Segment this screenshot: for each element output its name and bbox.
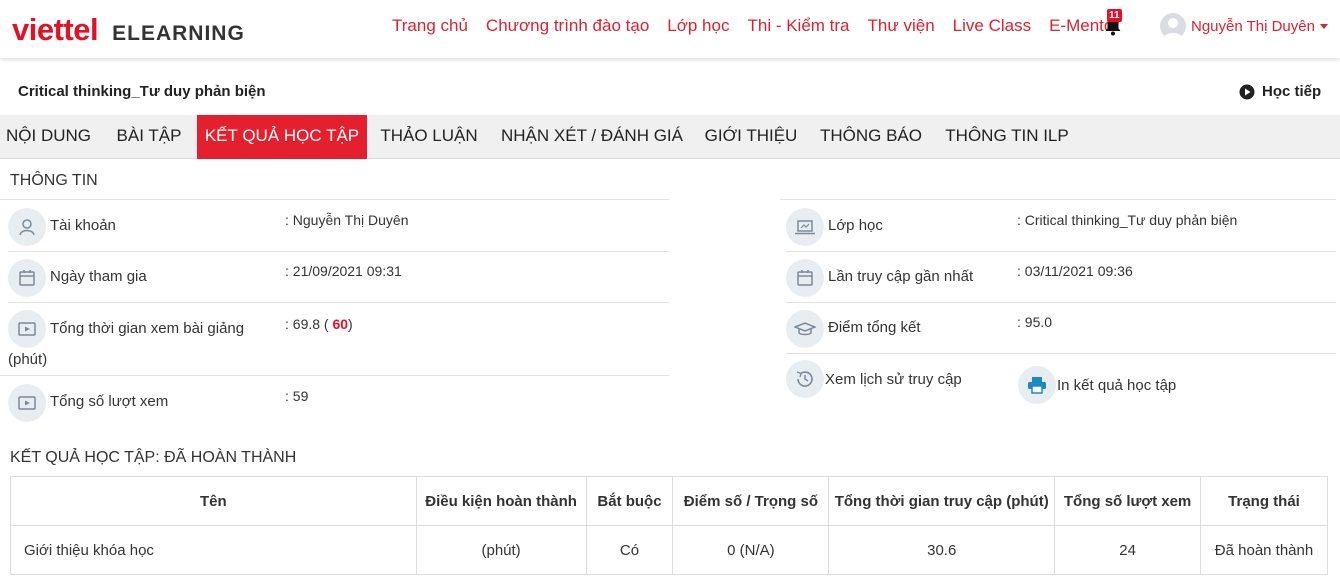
account-row: Tài khoản : Nguyễn Thị Duyên	[8, 200, 669, 252]
graduation-cap-icon	[786, 310, 824, 348]
last-access-label: Lần truy cập gần nhất	[828, 268, 974, 285]
notification-badge: 11	[1107, 9, 1122, 22]
user-icon	[8, 208, 46, 246]
print-results-link[interactable]: In kết quả học tập	[1018, 366, 1176, 404]
table-row: Giới thiệu khóa học (phút) Có 0 (N/A) 30…	[10, 525, 1328, 575]
cell-condition: (phút)	[415, 525, 587, 575]
play-circle-icon	[1239, 84, 1255, 99]
access-history-link[interactable]: Xem lịch sử truy cập	[786, 360, 962, 398]
viettel-logo[interactable]: viettel ELEARNING	[12, 12, 245, 48]
tab-assignments[interactable]: BÀI TẬP	[102, 115, 196, 159]
class-value: : Critical thinking_Tư duy phản biện	[1017, 212, 1238, 228]
class-label: Lớp học	[828, 217, 883, 234]
tab-discussion[interactable]: THẢO LUẬN	[372, 115, 486, 159]
join-date-value: : 21/09/2021 09:31	[285, 263, 402, 279]
watch-time-unit: (phút)	[8, 351, 48, 368]
final-score-value: : 95.0	[1017, 314, 1053, 330]
cell-views: 24	[1054, 525, 1202, 575]
nav-training-program[interactable]: Chương trình đào tạo	[486, 16, 649, 36]
continue-label: Học tiếp	[1262, 83, 1322, 100]
watch-time-prefix: : 69.8 (	[285, 316, 333, 332]
views-row: Tổng số lượt xem : 59	[8, 376, 669, 428]
logo-text: viettel	[12, 12, 99, 47]
watch-time-required: 60	[332, 316, 349, 332]
results-section-title: KẾT QUẢ HỌC TẬP: ĐÃ HOÀN THÀNH	[10, 449, 297, 466]
chevron-down-icon	[1319, 23, 1328, 29]
cell-required: Có	[585, 525, 674, 575]
tab-results[interactable]: KẾT QUẢ HỌC TẬP	[197, 115, 367, 159]
cell-status: Đã hoàn thành	[1200, 525, 1328, 575]
column-header-score: Điểm số / Trọng số	[672, 476, 830, 526]
tab-announcements[interactable]: THÔNG BÁO	[812, 115, 930, 159]
last-access-row: Lần truy cập gần nhất : 03/11/2021 09:36	[786, 251, 1336, 303]
cell-name: Giới thiệu khóa học	[10, 525, 417, 575]
class-row: Lớp học : Critical thinking_Tư duy phản …	[786, 200, 1336, 252]
table-header-row: Tên Điều kiện hoàn thành Bắt buộc Điểm s…	[10, 476, 1328, 526]
last-access-value: : 03/11/2021 09:36	[1017, 263, 1133, 279]
video-icon	[8, 384, 46, 422]
user-name: Nguyễn Thị Duyên	[1191, 17, 1315, 35]
access-history-label: Xem lịch sử truy cập	[825, 370, 962, 388]
course-title: Critical thinking_Tư duy phản biện	[18, 83, 266, 100]
column-header-access-time: Tổng thời gian truy cập (phút)	[828, 476, 1056, 526]
tab-content[interactable]: NỘI DUNG	[0, 115, 97, 159]
views-value: : 59	[285, 388, 309, 404]
nav-exams[interactable]: Thi - Kiểm tra	[747, 16, 849, 36]
column-header-name: Tên	[10, 476, 417, 526]
video-icon	[8, 310, 46, 348]
column-header-condition: Điều kiện hoàn thành	[415, 476, 587, 526]
main-nav: Trang chủ Chương trình đào tạo Lớp học T…	[392, 16, 1137, 36]
continue-button[interactable]: Học tiếp	[1239, 83, 1321, 100]
watch-time-row: Tổng thời gian xem bài giảng (phút) : 69…	[0, 302, 669, 376]
final-score-label: Điểm tổng kết	[828, 319, 921, 336]
tab-introduction[interactable]: GIỚI THIỆU	[698, 115, 804, 159]
nav-live-class[interactable]: Live Class	[953, 16, 1031, 36]
user-menu[interactable]: Nguyễn Thị Duyên	[1160, 13, 1328, 39]
laptop-icon	[786, 208, 824, 246]
nav-library[interactable]: Thư viện	[868, 16, 935, 36]
account-label: Tài khoản	[50, 217, 116, 234]
column-header-required: Bắt buộc	[585, 476, 674, 526]
watch-time-suffix: )	[348, 316, 353, 332]
printer-icon	[1018, 366, 1056, 404]
history-icon	[786, 360, 824, 398]
final-score-row: Điểm tổng kết : 95.0	[786, 302, 1336, 354]
calendar-icon	[8, 259, 46, 297]
watch-time-value: : 69.8 ( 60)	[285, 316, 353, 332]
tab-ilp-info[interactable]: THÔNG TIN ILP	[938, 115, 1076, 159]
column-header-views: Tổng số lượt xem	[1054, 476, 1202, 526]
course-tabs: NỘI DUNG BÀI TẬP KẾT QUẢ HỌC TẬP THẢO LU…	[0, 115, 1340, 159]
join-date-row: Ngày tham gia : 21/09/2021 09:31	[8, 251, 669, 303]
results-table: Tên Điều kiện hoàn thành Bắt buộc Điểm s…	[10, 476, 1328, 575]
views-label: Tổng số lượt xem	[50, 393, 169, 410]
info-section-title: THÔNG TIN	[10, 172, 98, 189]
nav-home[interactable]: Trang chủ	[392, 16, 468, 36]
print-results-label: In kết quả học tập	[1057, 376, 1177, 394]
logo-subtext: ELEARNING	[112, 22, 245, 45]
account-value: : Nguyễn Thị Duyên	[285, 212, 409, 228]
join-date-label: Ngày tham gia	[50, 268, 147, 285]
watch-time-label: Tổng thời gian xem bài giảng	[50, 320, 245, 337]
avatar	[1160, 13, 1186, 39]
cell-score: 0 (N/A)	[672, 525, 830, 575]
tab-reviews[interactable]: NHẬN XÉT / ĐÁNH GIÁ	[493, 115, 691, 159]
top-header: viettel ELEARNING Trang chủ Chương trình…	[0, 0, 1340, 58]
cell-access-time: 30.6	[828, 525, 1056, 575]
calendar-icon	[786, 259, 824, 297]
column-header-status: Trạng thái	[1200, 476, 1328, 526]
nav-classes[interactable]: Lớp học	[667, 16, 729, 36]
